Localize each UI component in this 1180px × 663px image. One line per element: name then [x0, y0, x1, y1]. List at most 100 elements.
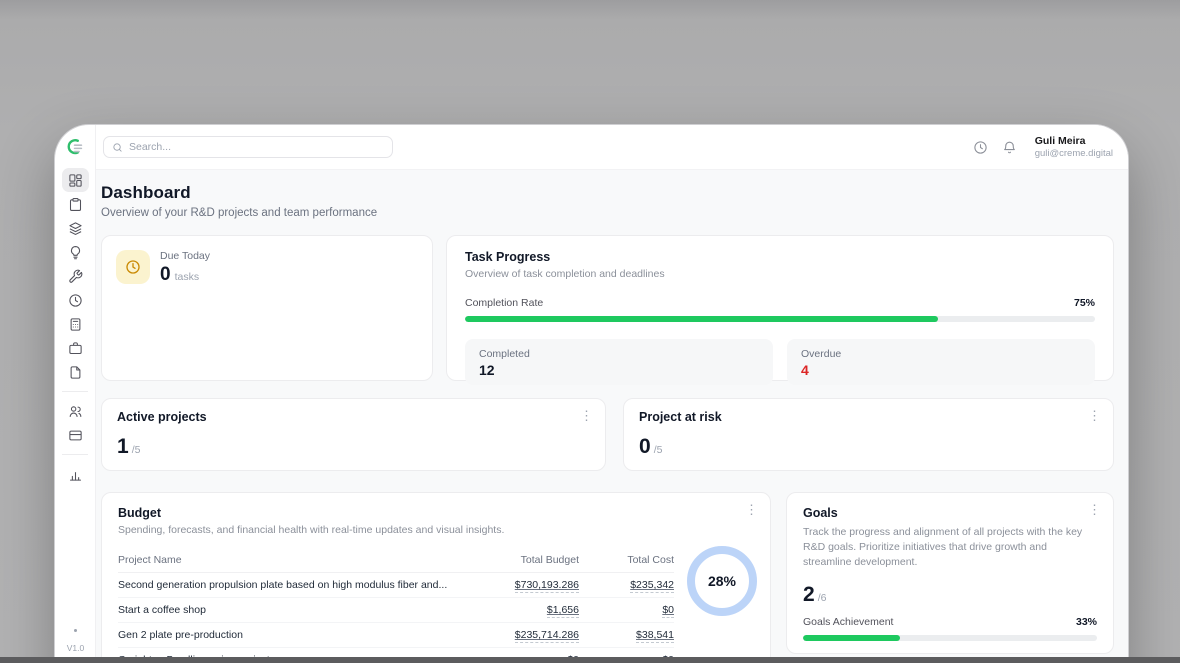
completion-rate-label: Completion Rate: [465, 297, 543, 309]
table-row[interactable]: Second generation propulsion plate based…: [118, 573, 674, 598]
completed-tile: Completed 12: [465, 339, 773, 385]
clock-icon: [68, 293, 83, 308]
sidebar-item-billing[interactable]: [62, 423, 89, 447]
clock-icon: [125, 259, 141, 275]
sidebar-item-ideas[interactable]: [62, 240, 89, 264]
total-budget-value[interactable]: $1,656: [547, 604, 579, 618]
due-today-label: Due Today: [160, 250, 210, 262]
goals-achievement-bar: [803, 635, 1097, 641]
user-menu[interactable]: Guli Meira guli@creme.digital: [1035, 135, 1113, 160]
total-cost-value[interactable]: $235,342: [630, 579, 674, 593]
bell-icon: [1002, 140, 1017, 155]
goals-achievement-percent: 33%: [1076, 616, 1097, 628]
due-today-card: Due Today 0 tasks: [101, 235, 433, 381]
goals-title: Goals: [803, 506, 1097, 520]
due-today-icon-badge: [116, 250, 150, 284]
sidebar-divider: [62, 391, 88, 392]
table-row[interactable]: Start a coffee shop $1,656 $0: [118, 598, 674, 623]
dashboard-grid-icon: [68, 173, 83, 188]
table-row[interactable]: Gen 2 plate pre-production $235,714.286 …: [118, 623, 674, 648]
users-icon: [68, 404, 83, 419]
user-email: guli@creme.digital: [1035, 148, 1113, 160]
total-budget-value[interactable]: $730,193.286: [515, 579, 579, 593]
briefcase-icon: [68, 341, 83, 356]
bottom-edge: [0, 657, 1180, 663]
budget-table-header: Project Name Total Budget Total Cost: [118, 550, 674, 573]
sidebar-item-calculator[interactable]: [62, 312, 89, 336]
active-projects-value: 1: [117, 435, 129, 459]
app-window: V1.0: [55, 125, 1128, 663]
project-name: Second generation propulsion plate based…: [118, 579, 459, 591]
search-icon: [112, 142, 123, 153]
app-logo[interactable]: [62, 134, 88, 160]
kebab-menu-icon[interactable]: ⋮: [745, 503, 758, 516]
completion-rate-percent: 75%: [1074, 297, 1095, 309]
history-clock-button[interactable]: [973, 139, 989, 155]
main-area: Guli Meira guli@creme.digital Dashboard …: [96, 125, 1128, 663]
active-projects-total: /5: [132, 444, 141, 456]
project-at-risk-total: /5: [654, 444, 663, 456]
project-at-risk-value: 0: [639, 435, 651, 459]
goals-achievement-bar-fill: [803, 635, 900, 641]
budget-subtitle: Spending, forecasts, and financial healt…: [118, 524, 754, 536]
sidebar-item-time-tracking[interactable]: [62, 288, 89, 312]
task-progress-title: Task Progress: [465, 250, 1095, 264]
active-projects-card: Active projects ⋮ 1 /5: [101, 398, 606, 471]
kebab-menu-icon[interactable]: ⋮: [1088, 503, 1101, 516]
sidebar-footer: V1.0: [55, 629, 96, 653]
sidebar-item-reports[interactable]: [62, 462, 89, 486]
budget-title: Budget: [118, 506, 754, 520]
project-name: Gen 2 plate pre-production: [118, 629, 459, 641]
completion-rate-bar-fill: [465, 316, 938, 322]
sidebar-item-tasks[interactable]: [62, 192, 89, 216]
budget-card: Budget ⋮ Spending, forecasts, and financ…: [101, 492, 771, 663]
task-progress-subtitle: Overview of task completion and deadline…: [465, 268, 1095, 280]
budget-table: Project Name Total Budget Total Cost Sec…: [118, 550, 674, 663]
goals-card: Goals ⋮ Track the progress and alignment…: [786, 492, 1114, 654]
budget-donut-percent: 28%: [708, 573, 736, 589]
app-version: V1.0: [67, 643, 85, 653]
project-at-risk-title: Project at risk: [639, 410, 1098, 424]
sidebar-item-team[interactable]: [62, 399, 89, 423]
kebab-menu-icon[interactable]: ⋮: [1088, 409, 1101, 422]
due-today-value: 0: [160, 264, 171, 286]
goals-total: /6: [818, 592, 827, 604]
goals-achievement-label: Goals Achievement: [803, 616, 893, 628]
completion-rate-bar: [465, 316, 1095, 322]
sidebar: V1.0: [55, 125, 96, 663]
search-box[interactable]: [103, 136, 393, 158]
notifications-button[interactable]: [1002, 139, 1018, 155]
sidebar-item-documents[interactable]: [62, 360, 89, 384]
project-at-risk-card: Project at risk ⋮ 0 /5: [623, 398, 1114, 471]
overdue-tile: Overdue 4: [787, 339, 1095, 385]
topbar-actions: Guli Meira guli@creme.digital: [973, 135, 1113, 160]
sidebar-item-portfolio[interactable]: [62, 336, 89, 360]
search-input[interactable]: [129, 141, 384, 153]
user-name: Guli Meira: [1035, 135, 1113, 148]
due-today-unit: tasks: [175, 271, 200, 283]
overdue-value: 4: [801, 362, 1081, 378]
column-total-cost: Total Cost: [579, 554, 674, 566]
sidebar-item-projects[interactable]: [62, 216, 89, 240]
task-progress-card: Task Progress Overview of task completio…: [446, 235, 1114, 381]
sidebar-item-dashboard[interactable]: [62, 168, 89, 192]
sidebar-item-tools[interactable]: [62, 264, 89, 288]
column-total-budget: Total Budget: [459, 554, 579, 566]
page-subtitle: Overview of your R&D projects and team p…: [101, 207, 1114, 219]
completed-label: Completed: [479, 348, 759, 360]
kebab-menu-icon[interactable]: ⋮: [580, 409, 593, 422]
bar-chart-icon: [68, 467, 83, 482]
topbar: Guli Meira guli@creme.digital: [96, 125, 1128, 170]
sidebar-divider: [62, 454, 88, 455]
wrench-icon: [68, 269, 83, 284]
layers-icon: [68, 221, 83, 236]
dashboard-content: Dashboard Overview of your R&D projects …: [96, 170, 1128, 663]
total-budget-value[interactable]: $235,714.286: [515, 629, 579, 643]
desktop-background: V1.0: [0, 0, 1180, 663]
sidebar-status-dot: [74, 629, 77, 632]
total-cost-value[interactable]: $0: [662, 604, 674, 618]
lightbulb-icon: [68, 245, 83, 260]
file-icon: [68, 365, 83, 380]
calculator-icon: [68, 317, 83, 332]
total-cost-value[interactable]: $38,541: [636, 629, 674, 643]
